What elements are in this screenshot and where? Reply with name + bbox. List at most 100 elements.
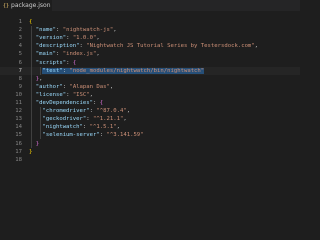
code-line[interactable]: 11 "devDependencies": {: [0, 99, 300, 107]
code-text: "chromedriver": "^87.0.4",: [29, 107, 130, 115]
code-text: "version": "1.0.0",: [29, 34, 100, 42]
line-number: 7: [18, 67, 22, 74]
json-string: "^87.0.4": [96, 108, 127, 115]
json-punctuation: ,: [89, 91, 94, 98]
json-punctuation: :: [82, 124, 90, 131]
code-line[interactable]: 14 "nightwatch": "^1.5.1",: [0, 123, 300, 131]
indent-guide: [40, 66, 41, 75]
json-file-icon: {}: [3, 2, 10, 9]
json-string: "^1.5.1": [89, 124, 117, 131]
json-key: "chromedriver": [42, 108, 90, 115]
json-punctuation: [29, 100, 36, 106]
json-string: "Alapan Das": [69, 83, 110, 90]
json-punctuation: ,: [126, 108, 131, 115]
json-key: "license": [35, 91, 67, 98]
json-key: "devDependencies": [35, 100, 94, 106]
line-number: 10: [15, 91, 22, 98]
code-line[interactable]: 7 "test": "node_modules/nightwatch/bin/n…: [0, 67, 300, 75]
json-punctuation: }: [35, 140, 40, 147]
line-number: 2: [18, 27, 22, 34]
json-punctuation: }: [29, 148, 33, 155]
json-string: "ISC": [72, 91, 90, 98]
json-punctuation: :: [66, 91, 73, 98]
json-punctuation: [29, 60, 36, 66]
line-number: 3: [18, 35, 22, 42]
code-line[interactable]: 13 "geckodriver": "^1.21.1",: [0, 115, 300, 123]
code-line[interactable]: 10 "license": "ISC",: [0, 91, 300, 99]
line-number: 9: [18, 83, 22, 90]
code-line[interactable]: 4 "description": "Nightwatch JS Tutorial…: [0, 42, 300, 50]
line-number: 8: [18, 75, 22, 82]
code-text: "description": "Nightwatch JS Tutorial S…: [29, 42, 258, 50]
json-string: "^1.21.1": [93, 116, 124, 123]
json-punctuation: {: [99, 100, 104, 106]
json-key: "name": [35, 27, 56, 34]
json-punctuation: [29, 84, 36, 90]
code-text: "license": "ISC",: [29, 91, 93, 99]
json-punctuation: :: [99, 132, 107, 139]
line-number: 17: [15, 148, 22, 155]
code-line[interactable]: 3 "version": "1.0.0",: [0, 34, 300, 42]
json-punctuation: ,: [113, 27, 117, 34]
json-string: "Nightwatch JS Tutorial Series by Tester…: [86, 43, 255, 50]
json-string: "nightwatch-js": [62, 27, 114, 34]
code-text: "nightwatch": "^1.5.1",: [29, 123, 120, 131]
json-punctuation: [29, 76, 36, 82]
code-line[interactable]: 8 },: [0, 75, 300, 83]
line-number: 6: [18, 59, 22, 66]
json-key: "author": [35, 83, 63, 90]
line-number: 5: [18, 51, 22, 58]
json-string: "1.0.0": [72, 35, 97, 42]
json-punctuation: {: [72, 59, 77, 66]
json-punctuation: :: [55, 27, 63, 34]
json-punctuation: ,: [39, 75, 43, 82]
code-text: "test": "node_modules/nightwatch/bin/nig…: [29, 67, 205, 75]
line-number: 13: [15, 116, 22, 123]
code-line[interactable]: 17}: [0, 148, 300, 156]
code-line[interactable]: 5 "main": "index.js",: [0, 50, 300, 58]
json-key: "geckodriver": [42, 116, 87, 123]
code-line[interactable]: 9 "author": "Alapan Das",: [0, 83, 300, 91]
line-number: 1: [18, 19, 22, 25]
json-punctuation: :: [66, 35, 73, 42]
code-line[interactable]: 12 "chromedriver": "^87.0.4",: [0, 107, 300, 115]
json-punctuation: {: [29, 19, 33, 25]
indent-guide: [31, 26, 32, 148]
json-punctuation: ,: [254, 43, 259, 50]
code-text: {: [29, 18, 32, 26]
code-line[interactable]: 18: [0, 156, 300, 164]
json-punctuation: ,: [116, 124, 120, 131]
code-text: "geckodriver": "^1.21.1",: [29, 115, 126, 123]
json-punctuation: :: [66, 59, 73, 66]
json-string: "^3.141.59": [106, 132, 144, 139]
code-editor[interactable]: 1{2 "name": "nightwatch-js", 3 "version":…: [0, 11, 300, 232]
json-punctuation: [29, 27, 36, 33]
code-text: "scripts": {: [29, 59, 76, 67]
code-text: "selenium-server": "^3.141.59": [29, 131, 144, 139]
json-key: "scripts": [35, 59, 67, 66]
json-key: "main": [35, 51, 56, 58]
tab-bar: {} package.json ×: [0, 0, 300, 11]
line-number: 11: [15, 100, 22, 106]
code-line[interactable]: 6 "scripts": {: [0, 59, 300, 67]
code-line[interactable]: 1{: [0, 18, 300, 26]
line-number: 18: [15, 156, 22, 163]
json-punctuation: [29, 51, 36, 57]
code-text: "author": "Alapan Das",: [29, 83, 114, 91]
json-key: "version": [35, 35, 67, 42]
line-number: 14: [15, 124, 22, 131]
code-line[interactable]: 15 "selenium-server": "^3.141.59": [0, 131, 300, 139]
code-line[interactable]: 16 }: [0, 140, 300, 148]
json-key: "description": [35, 43, 80, 50]
json-punctuation: :: [93, 100, 100, 106]
json-punctuation: [29, 35, 36, 41]
json-punctuation: [29, 141, 36, 147]
code-text: }: [29, 148, 32, 156]
tab-package-json[interactable]: {} package.json ×: [0, 0, 53, 11]
line-number: 4: [18, 43, 22, 50]
json-string: "index.js": [62, 51, 97, 58]
tab-label: package.json: [11, 2, 51, 9]
code-line[interactable]: 2 "name": "nightwatch-js",: [0, 26, 300, 34]
indent-guide: [40, 107, 41, 140]
json-string: "node_modules/nightwatch/bin/nightwatch": [69, 67, 205, 74]
